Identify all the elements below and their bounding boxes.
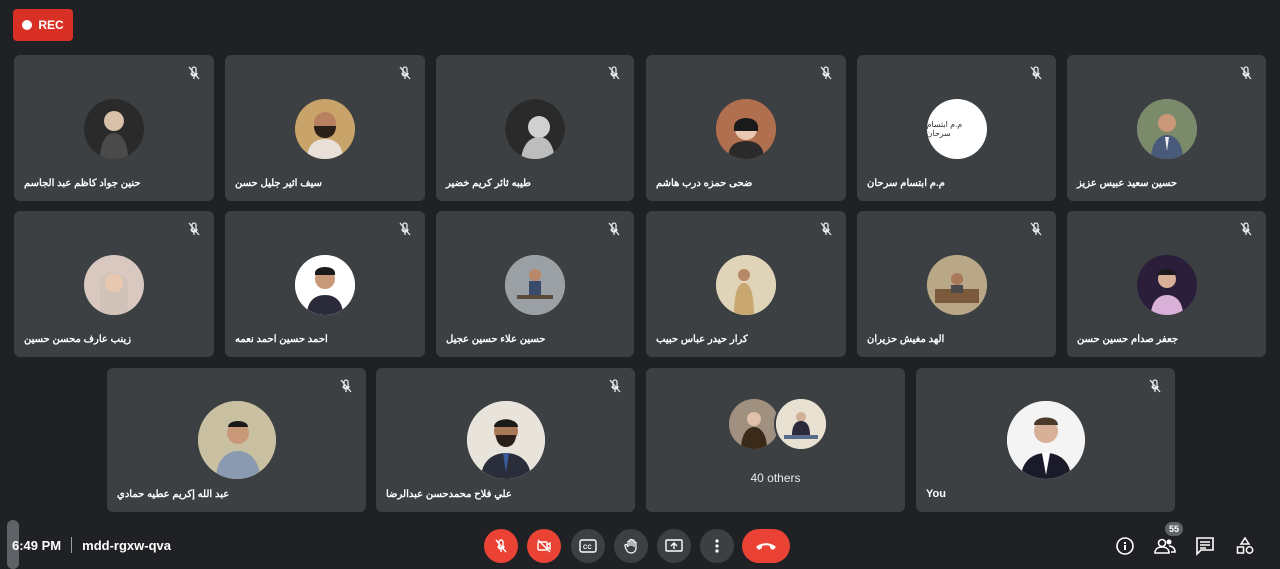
participant-avatar: [197, 401, 276, 479]
participant-tile[interactable]: زينب عارف محسن حسين: [14, 211, 214, 357]
participant-name: حسين سعيد عبيس عزيز: [1077, 178, 1178, 189]
participant-avatar: م.م ابتسام سرحان: [926, 99, 987, 159]
recording-label: REC: [38, 18, 64, 32]
mic-off-icon: [820, 222, 832, 236]
mic-off-icon: [1240, 66, 1252, 80]
closed-captions-icon: CC: [579, 539, 597, 553]
mic-off-icon: [188, 66, 200, 80]
others-avatar: [774, 397, 828, 451]
camera-off-icon: [537, 539, 551, 553]
participant-name: علي فلاح محمدحسن عبدالرضا: [386, 489, 512, 500]
participant-tile[interactable]: كرار حيدر عباس حبيب: [646, 211, 846, 357]
call-end-icon: [756, 543, 776, 550]
participant-name: You: [926, 488, 946, 500]
participant-name: سيف اثير جليل حسن: [235, 178, 322, 189]
mic-off-icon: [608, 222, 620, 236]
participant-tile[interactable]: جعفر صدام حسين حسن: [1067, 211, 1266, 357]
participant-tile[interactable]: طيبه ثائر كريم خضير: [436, 55, 634, 201]
meeting-details-button[interactable]: [1114, 535, 1136, 557]
record-dot-icon: [22, 20, 33, 30]
participant-avatar: [716, 99, 776, 159]
participant-name: الهد مغيش حزيران: [867, 334, 945, 345]
hand-icon: [624, 538, 637, 554]
participants-count-badge: 55: [1165, 522, 1183, 536]
participant-name: ضحى حمزه درب هاشم: [656, 178, 753, 189]
activities-button[interactable]: [1234, 535, 1256, 557]
participant-tile[interactable]: حسين علاء حسين عجيل: [436, 211, 634, 357]
mic-off-icon: [399, 222, 411, 236]
participant-avatar: [84, 99, 144, 159]
participant-avatar: [84, 255, 144, 315]
raise-hand-button[interactable]: [614, 529, 648, 563]
chat-button[interactable]: [1194, 535, 1216, 557]
participant-name: عبد الله إكريم عطيه حمادي: [117, 489, 230, 500]
participant-avatar: [926, 255, 987, 315]
more-options-button[interactable]: [700, 529, 734, 563]
leave-call-button[interactable]: [742, 529, 790, 563]
others-tile[interactable]: 40 others: [646, 368, 905, 512]
info-icon: [1116, 537, 1134, 555]
participant-tile[interactable]: م.م ابتسام سرحان م.م ابتسام سرحان: [857, 55, 1056, 201]
people-button[interactable]: [1154, 535, 1176, 557]
mic-off-icon: [1149, 379, 1161, 393]
participant-name: طيبه ثائر كريم خضير: [446, 178, 531, 189]
meeting-time: 6:49 PM: [12, 537, 62, 553]
more-vert-icon: [715, 539, 719, 553]
participant-name: احمد حسين احمد نعمه: [235, 334, 328, 345]
others-count-label: 40 others: [750, 471, 801, 485]
mic-off-icon: [1240, 222, 1252, 236]
participant-avatar: [295, 255, 355, 315]
participant-tile[interactable]: سيف اثير جليل حسن: [225, 55, 425, 201]
participant-name: حسين علاء حسين عجيل: [446, 334, 546, 345]
meeting-code: mdd-rgxw-qva: [82, 537, 171, 553]
participant-tile[interactable]: حسين سعيد عبيس عزيز: [1067, 55, 1266, 201]
participant-name: زينب عارف محسن حسين: [24, 334, 132, 345]
participant-avatar: [716, 255, 776, 315]
present-icon: [665, 539, 683, 552]
recording-indicator: REC: [13, 9, 73, 41]
participant-tile[interactable]: الهد مغيش حزيران: [857, 211, 1056, 357]
self-tile[interactable]: You: [916, 368, 1175, 512]
chat-icon: [1196, 537, 1214, 556]
participant-tile[interactable]: ضحى حمزه درب هاشم: [646, 55, 846, 201]
mic-off-icon: [1030, 222, 1042, 236]
participant-tile[interactable]: علي فلاح محمدحسن عبدالرضا: [376, 368, 635, 512]
participant-tile[interactable]: احمد حسين احمد نعمه: [225, 211, 425, 357]
self-avatar: [1006, 401, 1085, 479]
avatar-text: م.م ابتسام سرحان: [926, 120, 963, 138]
mic-off-icon: [608, 66, 620, 80]
participant-avatar: [1136, 255, 1197, 315]
present-screen-button[interactable]: [657, 529, 691, 563]
meeting-info: 6:49 PM mdd-rgxw-qva: [12, 537, 171, 553]
mic-off-icon: [399, 66, 411, 80]
activities-icon: [1236, 536, 1254, 554]
mic-off-icon: [495, 539, 507, 553]
mic-off-icon: [609, 379, 621, 393]
mic-toggle-button[interactable]: [484, 529, 518, 563]
mic-off-icon: [340, 379, 352, 393]
mic-off-icon: [188, 222, 200, 236]
participant-name: م.م ابتسام سرحان: [867, 178, 945, 189]
participant-tile[interactable]: عبد الله إكريم عطيه حمادي: [107, 368, 366, 512]
participant-avatar: [1136, 99, 1197, 159]
svg-text:CC: CC: [583, 545, 592, 551]
participant-avatar: [505, 99, 565, 159]
participant-name: حنين جواد كاظم عبد الجاسم: [24, 178, 141, 189]
camera-toggle-button[interactable]: [527, 529, 561, 563]
participant-name: جعفر صدام حسين حسن: [1077, 334, 1179, 345]
participant-avatar: [295, 99, 355, 159]
captions-button[interactable]: CC: [571, 529, 605, 563]
divider: [71, 537, 73, 553]
participant-avatar: [466, 401, 545, 479]
participant-avatar: [505, 255, 565, 315]
people-icon: [1154, 538, 1176, 554]
participant-name: كرار حيدر عباس حبيب: [656, 334, 748, 345]
participant-tile[interactable]: حنين جواد كاظم عبد الجاسم: [14, 55, 214, 201]
mic-off-icon: [1030, 66, 1042, 80]
others-avatar: [727, 397, 781, 451]
mic-off-icon: [820, 66, 832, 80]
